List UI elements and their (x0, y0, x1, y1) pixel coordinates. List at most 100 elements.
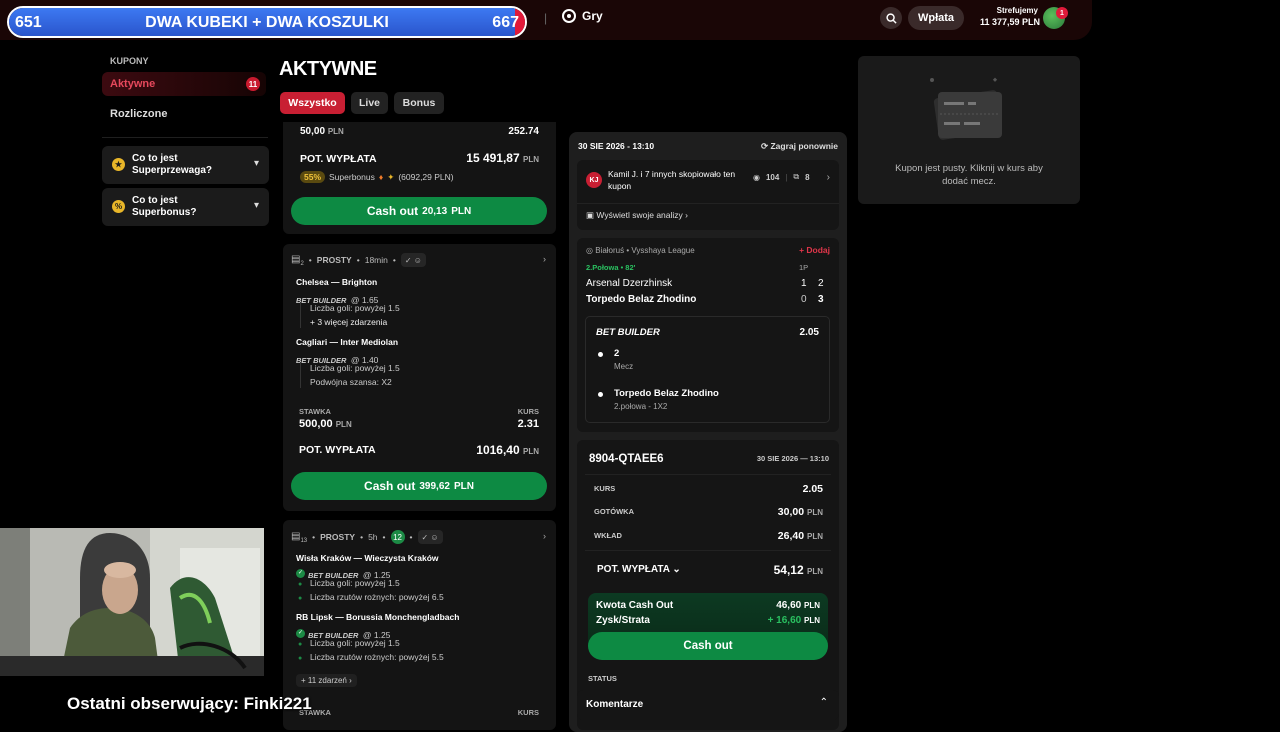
nav-separator: | (544, 11, 548, 25)
chevron-down-icon: ▾ (253, 200, 259, 211)
eye-icon: ◉ (753, 172, 760, 182)
sidebar-item-settled[interactable]: Rozliczone (110, 108, 167, 120)
odds-value: 2.31 (517, 418, 539, 430)
selection: Liczba goli: powyżej 1.5 (310, 578, 400, 588)
superbonus-row: 55% Superbonus ♦ ✦ (6092,29 PLN) (300, 171, 454, 183)
match-name: Chelsea — Brighton (296, 277, 378, 287)
social-card: KJ Kamil J. i 7 innych skopiowało ten ku… (577, 160, 839, 230)
match-name: RB Lipsk — Borussia Monchengladbach (296, 612, 460, 622)
selection: Podwójna szansa: X2 (310, 377, 392, 387)
cashout-button[interactable]: Cash out (588, 632, 828, 660)
user-avatar: KJ (586, 172, 602, 188)
check-icon: ✓ (296, 569, 305, 579)
selection: Liczba rzutów rożnych: powyżej 6.5 (310, 592, 444, 602)
coupon-icon: ▤13 (291, 530, 308, 544)
coupon-card[interactable]: ▤2 • PROSTY • 18min • ✓ ☺ › Chelsea — Brig… (283, 244, 556, 511)
search-icon (885, 12, 897, 24)
payout-value: 15 491,87 (466, 151, 520, 165)
bb-odds: 2.05 (799, 327, 819, 338)
bet-builder-box: BET BUILDER 2.05 2 Mecz Torpedo Belaz Zh… (585, 316, 830, 423)
detail-date: 30 SIE 2026 - 13:10 (578, 141, 655, 151)
payout-value: 1016,40 (476, 443, 520, 457)
odds-value: 252.74 (508, 126, 539, 137)
replay-icon: ⟳ (760, 141, 769, 151)
stream-goal-bar: 651 DWA KUBEKI + DWA KOSZULKI 667 (7, 6, 527, 38)
check-icon: ✓ (296, 629, 305, 639)
copy-icon: ⧉ (793, 172, 800, 181)
chevron-up-icon: ⌃ (819, 697, 828, 708)
coupon-header: ▤2 • PROSTY • 18min • ✓ ☺ (291, 253, 426, 267)
empty-betslip-text: Kupon jest pusty. Kliknij w kurs aby dod… (895, 163, 1043, 187)
deposit-button[interactable]: Wpłata (908, 6, 964, 30)
more-events[interactable]: + 11 zdarzeń › (296, 674, 357, 687)
sidebar-section-label: KUPONY (110, 56, 149, 66)
event-card: ◎ Białoruś • Vysshaya League + Dodaj 2.P… (577, 238, 839, 432)
chevron-down-icon: ⌄ (672, 564, 681, 575)
empty-coupon-icon (930, 77, 1003, 140)
balance: 11 377,59 PLN (980, 17, 1041, 27)
goal-right-number: 667 (492, 14, 519, 31)
faq-superbonus[interactable]: % Co to jest Superbonus? ▾ (102, 188, 269, 226)
coupon-icon: ▤2 (291, 253, 304, 267)
tab-all[interactable]: Wszystko (280, 92, 345, 114)
tab-live[interactable]: Live (351, 92, 388, 114)
team-away: Torpedo Belaz Zhodino (586, 294, 697, 305)
coupon-header: ▤13 • PROSTY • 5h • 12 • ✓ ☺ (291, 530, 443, 544)
globe-icon: ◎ (586, 246, 593, 255)
streamer-webcam (0, 528, 264, 676)
selection: Liczba goli: powyżej 1.5 (310, 638, 400, 648)
coupon-card[interactable]: 50,00 PLN 252.74 POT. WYPŁATA 15 491,87 … (283, 122, 556, 234)
sidebar-item-active[interactable]: Aktywne 11 (102, 72, 266, 96)
last-follower-text: Ostatni obserwujący: Finki221 (67, 694, 312, 713)
betslip-panel: Kupon jest pusty. Kliknij w kurs aby dod… (858, 56, 1080, 204)
user-info[interactable]: Strefujemy 11 377,59 PLN (980, 6, 1041, 27)
games-icon (562, 9, 576, 23)
chevron-down-icon: ▾ (253, 158, 259, 169)
chevron-right-icon[interactable]: › (543, 254, 546, 264)
coupon-summary-card: 8904-QTAEE6 30 SIE 2026 — 13:10 KURS 2.0… (577, 440, 839, 730)
selection: Liczba goli: powyżej 1.5 (310, 363, 400, 373)
username: Strefujemy (996, 6, 1038, 15)
shield-icon: ★ (112, 158, 125, 171)
webcam-overlay (0, 528, 264, 676)
stake-value: 50,00 (300, 126, 326, 137)
page-title: AKTYWNE (279, 58, 377, 80)
check-group-icon: ✓ ☺ (400, 253, 426, 267)
analysis-link[interactable]: ▣ Wyświetl swoje analizy › (586, 210, 688, 221)
chevron-right-icon[interactable]: › (827, 172, 830, 183)
search-button[interactable] (880, 7, 902, 29)
match-name: Wisła Kraków — Wieczysta Kraków (296, 553, 439, 563)
payout-toggle[interactable]: POT. WYPŁATA ⌄ (597, 564, 681, 575)
chevron-right-icon[interactable]: › (543, 531, 546, 541)
active-count-badge: 11 (246, 77, 260, 91)
selection: Liczba rzutów rożnych: powyżej 5.5 (310, 652, 444, 662)
team-home: Arsenal Dzerzhinsk (586, 278, 673, 289)
coupon-code: 8904-QTAEE6 (589, 453, 664, 465)
goal-title: DWA KUBEKI + DWA KOSZULKI (145, 14, 389, 31)
more-events[interactable]: + 3 więcej zdarzenia (310, 317, 387, 327)
fire-icon: ♦ (378, 172, 384, 182)
payout-label: POT. WYPŁATA (299, 444, 376, 456)
superbonus-percent: 55% (300, 171, 326, 183)
replay-button[interactable]: ⟳ Zagraj ponownie (761, 141, 838, 152)
nav-games[interactable]: Gry (562, 9, 603, 23)
comments-toggle[interactable]: Komentarze ⌃ (577, 690, 839, 720)
faq-superprzewaga[interactable]: ★ Co to jest Superprzewaga? ▾ (102, 146, 269, 184)
percent-icon: % (112, 200, 125, 213)
payout-label: POT. WYPŁATA (300, 153, 377, 165)
stake-value: 500,00 (299, 418, 333, 430)
live-badge: 12 (390, 530, 405, 544)
sparkle-icon: ✦ (387, 171, 395, 182)
chart-icon: ▣ (586, 210, 595, 220)
tab-bonus[interactable]: Bonus (394, 92, 444, 114)
check-group-icon: ✓ ☺ (417, 530, 443, 544)
cashout-button[interactable]: Cash out 20,13 PLN (291, 197, 547, 225)
match-name: Cagliari — Inter Mediolan (296, 337, 399, 347)
match-period: 2.Połowa • 82' (586, 263, 636, 272)
coupon-detail-panel: 30 SIE 2026 - 13:10 ⟳ Zagraj ponownie KJ… (569, 132, 847, 732)
selection: Liczba goli: powyżej 1.5 (310, 303, 400, 313)
add-button[interactable]: + Dodaj (799, 245, 830, 255)
notification-badge: 1 (1056, 7, 1068, 19)
cashout-button[interactable]: Cash out 399,62 PLN (291, 472, 547, 500)
coupon-card[interactable]: ▤13 • PROSTY • 5h • 12 • ✓ ☺ › Wisła Krakó… (283, 520, 556, 730)
